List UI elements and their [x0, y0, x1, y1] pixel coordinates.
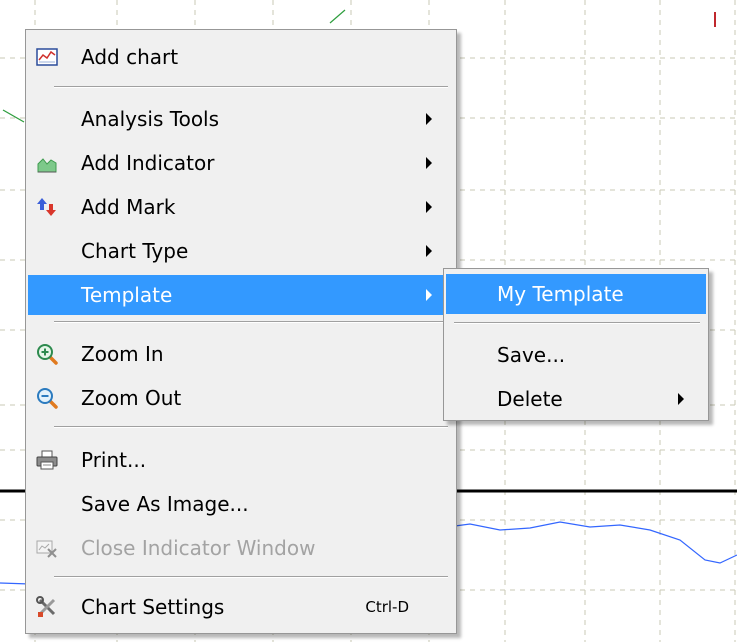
submenu-item-my-template[interactable]: My Template	[446, 274, 706, 314]
menu-item-label: Template	[81, 283, 173, 307]
menu-item-label: Chart Type	[81, 239, 189, 263]
menu-item-label: Close Indicator Window	[81, 536, 316, 560]
menu-separator	[54, 86, 448, 88]
chart-context-menu: Add chart Analysis Tools Add Indicator A…	[25, 29, 457, 634]
menu-item-label: Add Mark	[81, 195, 176, 219]
menu-item-chart-type[interactable]: Chart Type	[28, 231, 454, 271]
menu-separator	[454, 322, 700, 324]
menu-item-template[interactable]: Template	[28, 275, 454, 315]
menu-item-zoom-out[interactable]: Zoom Out	[28, 378, 454, 418]
template-submenu: My Template Save... Delete	[443, 268, 709, 421]
menu-item-close-indicator-window[interactable]: Close Indicator Window	[28, 528, 454, 568]
menu-item-label: Zoom In	[81, 342, 164, 366]
menu-item-label: My Template	[497, 282, 624, 306]
submenu-arrow-icon	[426, 201, 432, 213]
price-line-fragment	[329, 9, 346, 24]
printer-icon	[36, 449, 58, 471]
submenu-arrow-icon	[426, 157, 432, 169]
close-indicator-icon	[36, 537, 58, 559]
menu-item-add-chart[interactable]: Add chart	[28, 37, 454, 77]
menu-item-label: Print...	[81, 448, 147, 472]
menu-item-label: Add chart	[81, 45, 179, 69]
menu-item-label: Save As Image...	[81, 492, 249, 516]
submenu-arrow-icon	[426, 245, 432, 257]
menu-separator	[54, 576, 448, 578]
menu-item-add-mark[interactable]: Add Mark	[28, 187, 454, 227]
shortcut-label: Ctrl-D	[365, 598, 409, 616]
menu-separator	[54, 426, 448, 428]
zoom-out-icon	[36, 387, 58, 409]
menu-item-label: Add Indicator	[81, 151, 215, 175]
add-mark-arrows-icon	[36, 196, 58, 218]
price-line-fragment-left	[2, 109, 25, 123]
menu-item-print[interactable]: Print...	[28, 440, 454, 480]
menu-item-chart-settings[interactable]: Chart Settings Ctrl-D	[28, 587, 454, 627]
menu-item-analysis-tools[interactable]: Analysis Tools	[28, 99, 454, 139]
submenu-item-save[interactable]: Save...	[446, 335, 706, 375]
indicator-chart-icon	[36, 152, 58, 174]
submenu-arrow-icon	[678, 393, 684, 405]
menu-item-label: Save...	[497, 343, 566, 367]
submenu-arrow-icon	[426, 113, 432, 125]
menu-item-label: Analysis Tools	[81, 107, 220, 131]
menu-item-label: Zoom Out	[81, 386, 182, 410]
submenu-item-delete[interactable]: Delete	[446, 379, 706, 419]
add-chart-icon	[36, 46, 58, 68]
menu-separator	[54, 321, 448, 323]
zoom-in-icon	[36, 343, 58, 365]
menu-item-add-indicator[interactable]: Add Indicator	[28, 143, 454, 183]
menu-item-label: Delete	[497, 387, 563, 411]
tools-icon	[36, 596, 58, 618]
menu-item-label: Chart Settings	[81, 595, 225, 619]
menu-item-save-as-image[interactable]: Save As Image...	[28, 484, 454, 524]
submenu-arrow-icon	[426, 289, 432, 301]
menu-item-zoom-in[interactable]: Zoom In	[28, 334, 454, 374]
